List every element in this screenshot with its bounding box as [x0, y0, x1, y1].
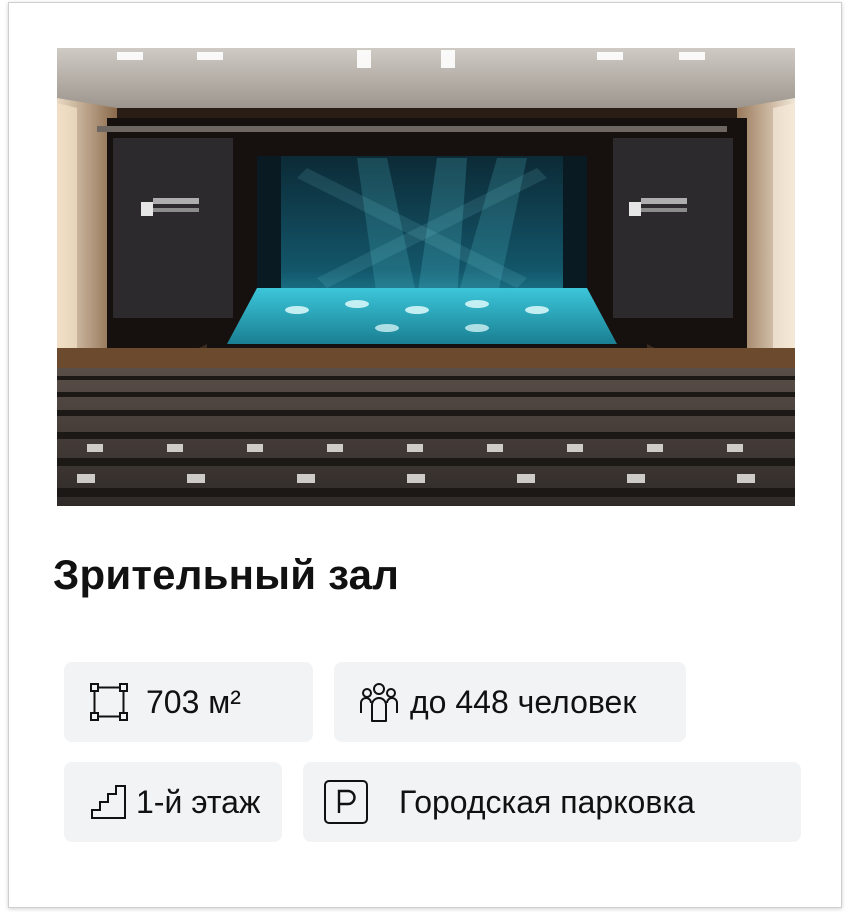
venue-title: Зрительный зал — [53, 551, 400, 598]
people-group-icon — [356, 679, 402, 725]
floor-chip: 1-й этаж — [64, 762, 282, 842]
area-square-icon — [86, 679, 132, 725]
parking-label: Городская парковка — [399, 783, 695, 820]
parking-icon — [323, 779, 369, 825]
parking-chip: Городская парковка — [303, 762, 801, 842]
floor-label: 1-й этаж — [136, 783, 261, 820]
stairs-icon — [86, 779, 132, 825]
capacity-label: до 448 человек — [410, 683, 637, 720]
venue-photo — [57, 48, 795, 506]
venue-card: Зрительный зал 703 м² до 448 человек 1-й… — [8, 2, 842, 908]
area-label: 703 м² — [146, 683, 241, 720]
capacity-chip: до 448 человек — [334, 662, 686, 742]
area-chip: 703 м² — [64, 662, 313, 742]
